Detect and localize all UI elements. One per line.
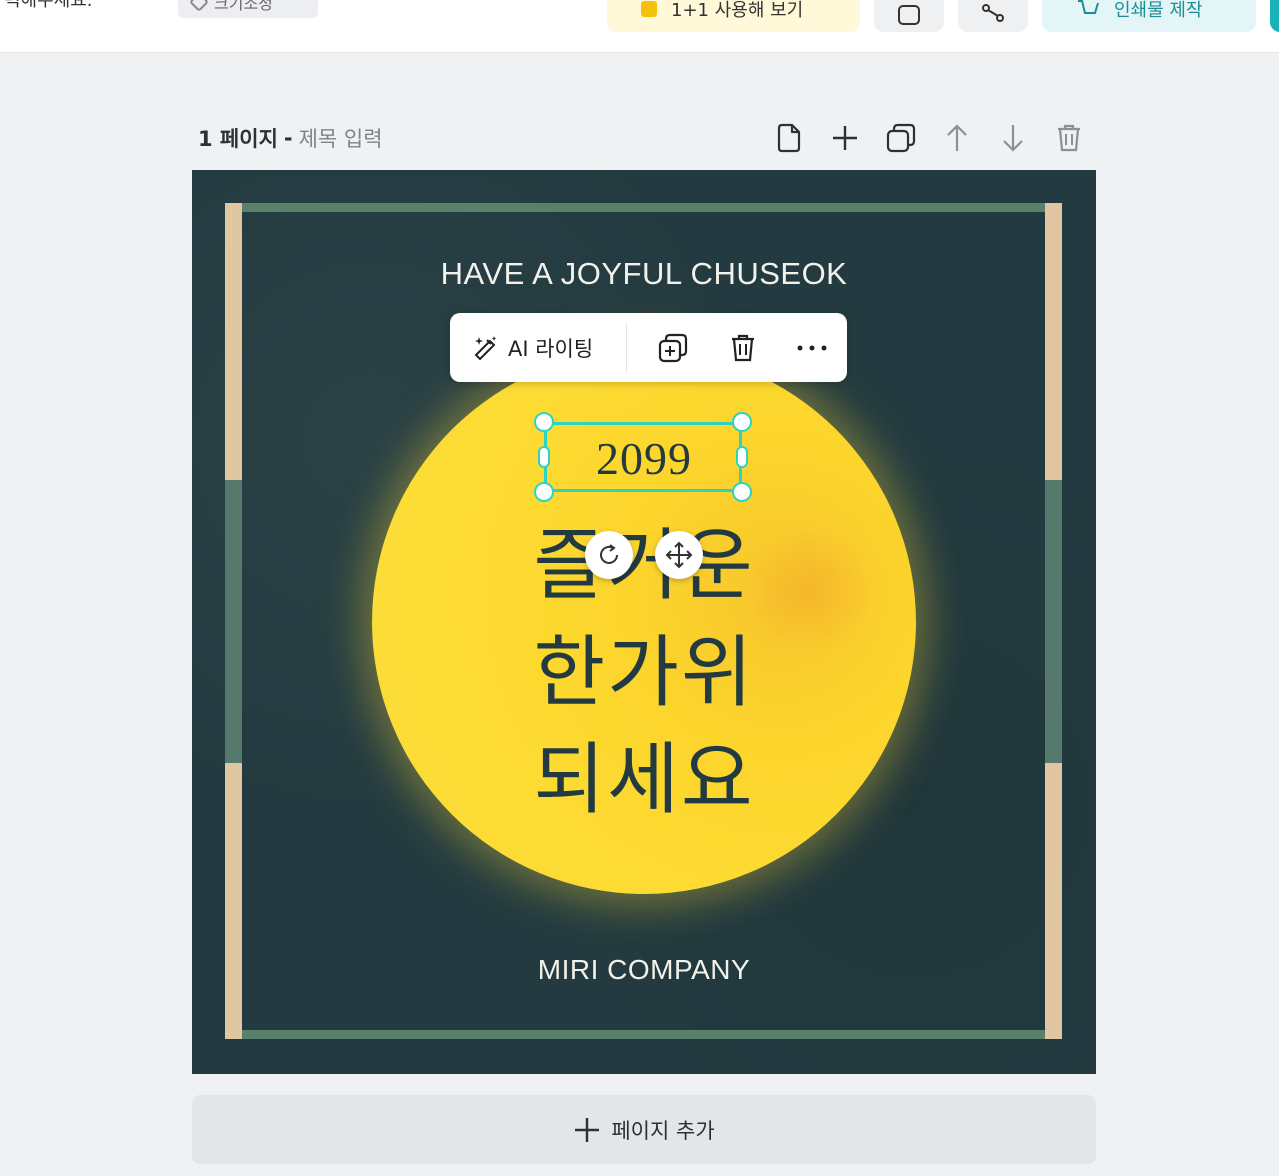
ai-writing-button[interactable]: AI 라이팅 bbox=[450, 313, 626, 382]
resize-handle-right[interactable] bbox=[736, 446, 748, 468]
canvas-year-text[interactable]: 2099 bbox=[544, 423, 744, 493]
resize-label: 크기조정 bbox=[214, 0, 273, 13]
move-page-down-button[interactable] bbox=[994, 120, 1032, 156]
canvas-company-text[interactable]: MIRI COMPANY bbox=[192, 954, 1096, 986]
top-toolbar: 력해주세요. 크기조정 1+1 사용해 보기 인쇄물 제작 bbox=[0, 0, 1279, 53]
toolbar-divider bbox=[626, 322, 628, 373]
resize-handle-bottom-left[interactable] bbox=[534, 482, 554, 502]
share-button[interactable] bbox=[958, 0, 1028, 32]
plus-icon bbox=[833, 126, 857, 150]
resize-button[interactable]: 크기조정 bbox=[178, 0, 318, 18]
cart-icon bbox=[1078, 0, 1099, 14]
page-number: 1 페이지 bbox=[198, 127, 278, 151]
more-icon bbox=[797, 345, 827, 350]
frame-top-border bbox=[242, 203, 1046, 212]
resize-handle-top-right[interactable] bbox=[732, 412, 752, 432]
design-canvas[interactable]: HAVE A JOYFUL CHUSEOK 2099 즐거운 한가위 되세요 M… bbox=[192, 170, 1096, 1074]
print-order-label: 인쇄물 제작 bbox=[1114, 0, 1203, 21]
page-title-separator: - bbox=[283, 126, 293, 150]
move-page-up-button[interactable] bbox=[938, 120, 976, 156]
add-page-label: 페이지 추가 bbox=[611, 1118, 715, 1143]
trash-icon bbox=[732, 334, 755, 361]
canvas-greeting-line-1[interactable]: 즐거운 bbox=[192, 503, 1096, 615]
title-input-hint[interactable]: 력해주세요. bbox=[4, 0, 93, 12]
camera-icon bbox=[898, 5, 920, 25]
promo-icon bbox=[641, 1, 657, 17]
promo-button[interactable]: 1+1 사용해 보기 bbox=[607, 0, 860, 32]
add-page-button[interactable]: 페이지 추가 bbox=[192, 1095, 1096, 1164]
canvas-title-text[interactable]: HAVE A JOYFUL CHUSEOK bbox=[192, 256, 1096, 292]
resize-handle-top-left[interactable] bbox=[534, 412, 554, 432]
ai-writing-label: AI 라이팅 bbox=[508, 336, 594, 361]
move-button[interactable] bbox=[655, 531, 703, 579]
trash-icon bbox=[1058, 124, 1080, 152]
arrow-down-icon bbox=[1003, 125, 1023, 152]
share-icon bbox=[982, 4, 1004, 22]
arrow-up-icon bbox=[947, 124, 967, 151]
page-title-input[interactable]: 제목 입력 bbox=[299, 123, 383, 153]
canvas-greeting-line-3[interactable]: 되세요 bbox=[192, 717, 1096, 829]
resize-handle-bottom-right[interactable] bbox=[732, 482, 752, 502]
page-tools bbox=[770, 120, 1088, 156]
download-button[interactable] bbox=[1270, 0, 1279, 32]
duplicate-icon bbox=[886, 123, 916, 153]
page-icon bbox=[777, 123, 801, 153]
duplicate-element-button[interactable] bbox=[639, 313, 708, 382]
tag-icon bbox=[189, 0, 209, 12]
resize-handle-left[interactable] bbox=[538, 446, 550, 468]
page-settings-button[interactable] bbox=[770, 120, 808, 156]
promo-label: 1+1 사용해 보기 bbox=[671, 0, 804, 21]
rotate-icon bbox=[600, 544, 618, 564]
plus-icon bbox=[575, 1117, 600, 1142]
frame-bottom-border bbox=[242, 1030, 1046, 1039]
add-page-tool-button[interactable] bbox=[826, 120, 864, 156]
magic-pen-icon bbox=[474, 335, 497, 360]
delete-page-button[interactable] bbox=[1050, 120, 1088, 156]
duplicate-page-button[interactable] bbox=[882, 120, 920, 156]
canvas-greeting-line-2[interactable]: 한가위 bbox=[192, 610, 1096, 722]
page-header: 1 페이지 - 제목 입력 bbox=[198, 122, 383, 154]
print-order-button[interactable]: 인쇄물 제작 bbox=[1042, 0, 1256, 32]
more-options-button[interactable] bbox=[778, 313, 847, 382]
camera-button[interactable] bbox=[874, 0, 944, 32]
move-icon bbox=[665, 541, 693, 569]
delete-element-button[interactable] bbox=[709, 313, 778, 382]
rotate-button[interactable] bbox=[585, 531, 633, 579]
element-toolbar: AI 라이팅 bbox=[450, 313, 847, 382]
duplicate-icon bbox=[658, 333, 687, 362]
